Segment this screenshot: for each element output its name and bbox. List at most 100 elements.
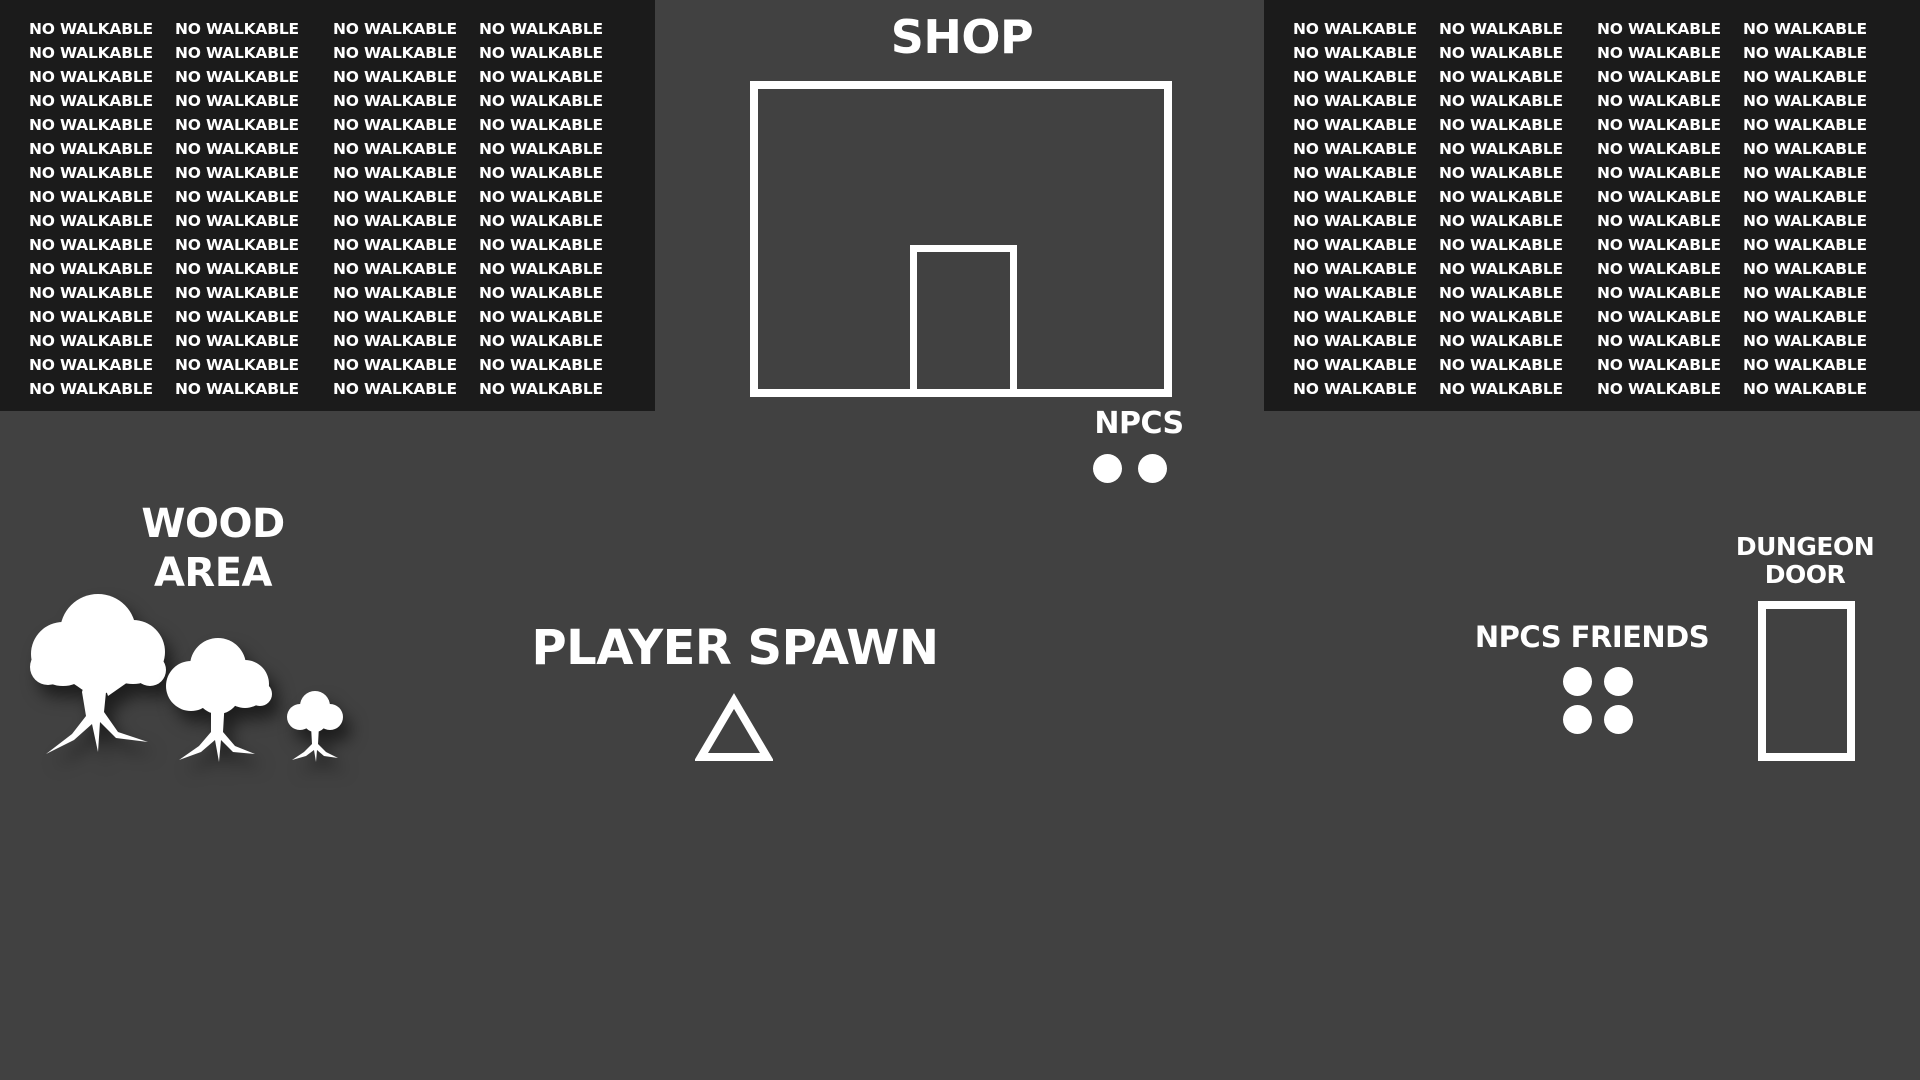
shop-door <box>910 245 1017 395</box>
no-walkable-text: NO WALKABLE <box>29 92 153 110</box>
no-walkable-text: NO WALKABLE <box>1439 92 1563 110</box>
no-walkable-text: NO WALKABLE <box>1597 356 1721 374</box>
no-walkable-text: NO WALKABLE <box>1293 92 1417 110</box>
no-walkable-text: NO WALKABLE <box>479 380 603 398</box>
no-walkable-text: NO WALKABLE <box>1439 116 1563 134</box>
no-walkable-text: NO WALKABLE <box>1597 92 1721 110</box>
no-walkable-text: NO WALKABLE <box>333 164 457 182</box>
no-walkable-text: NO WALKABLE <box>1293 212 1417 230</box>
no-walkable-text: NO WALKABLE <box>1743 116 1867 134</box>
no-walkable-text: NO WALKABLE <box>479 44 603 62</box>
dungeon-door[interactable] <box>1758 601 1855 761</box>
no-walkable-text: NO WALKABLE <box>479 284 603 302</box>
no-walkable-text: NO WALKABLE <box>333 308 457 326</box>
no-walkable-text: NO WALKABLE <box>1293 236 1417 254</box>
no-walkable-text: NO WALKABLE <box>1743 308 1867 326</box>
no-walkable-zone-left: NO WALKABLE NO WALKABLE NO WALKABLE NO WALK… <box>0 0 655 411</box>
no-walkable-text: NO WALKABLE <box>479 68 603 86</box>
player-spawn-label: PLAYER SPAWN <box>531 620 940 676</box>
no-walkable-text: NO WALKABLE <box>1439 212 1563 230</box>
npcs-friends-label: NPCS FRIENDS <box>1474 620 1710 654</box>
no-walkable-text: NO WALKABLE <box>333 188 457 206</box>
no-walkable-text: NO WALKABLE <box>479 188 603 206</box>
no-walkable-text: NO WALKABLE <box>1597 44 1721 62</box>
no-walkable-text: NO WALKABLE <box>1439 284 1563 302</box>
no-walkable-text: NO WALKABLE <box>333 380 457 398</box>
no-walkable-text: NO WALKABLE <box>1293 380 1417 398</box>
no-walkable-text: NO WALKABLE <box>29 164 153 182</box>
npc-circle-icon <box>1138 454 1167 483</box>
no-walkable-text: NO WALKABLE <box>479 92 603 110</box>
no-walkable-text: NO WALKABLE <box>1293 188 1417 206</box>
no-walkable-text: NO WALKABLE <box>1293 332 1417 350</box>
no-walkable-text: NO WALKABLE <box>1743 380 1867 398</box>
no-walkable-text: NO WALKABLE <box>1597 236 1721 254</box>
no-walkable-text: NO WALKABLE <box>1439 20 1563 38</box>
no-walkable-grid: NO WALKABLE NO WALKABLE NO WALKABLE NO WALK… <box>29 20 625 404</box>
no-walkable-text: NO WALKABLE <box>1743 92 1867 110</box>
no-walkable-text: NO WALKABLE <box>29 284 153 302</box>
shop-label: SHOP <box>890 10 1034 64</box>
no-walkable-text: NO WALKABLE <box>29 188 153 206</box>
no-walkable-text: NO WALKABLE <box>29 44 153 62</box>
no-walkable-text: NO WALKABLE <box>175 116 299 134</box>
no-walkable-text: NO WALKABLE <box>1743 20 1867 38</box>
no-walkable-text: NO WALKABLE <box>1293 164 1417 182</box>
npc-circle-icon <box>1093 454 1122 483</box>
no-walkable-text: NO WALKABLE <box>1743 164 1867 182</box>
tree-large-icon <box>30 594 166 754</box>
no-walkable-text: NO WALKABLE <box>1597 380 1721 398</box>
no-walkable-text: NO WALKABLE <box>175 92 299 110</box>
no-walkable-text: NO WALKABLE <box>1293 308 1417 326</box>
no-walkable-text: NO WALKABLE <box>479 164 603 182</box>
no-walkable-text: NO WALKABLE <box>479 20 603 38</box>
npc-friend-circle-icon <box>1604 705 1633 734</box>
no-walkable-text: NO WALKABLE <box>333 20 457 38</box>
no-walkable-text: NO WALKABLE <box>1439 140 1563 158</box>
no-walkable-text: NO WALKABLE <box>175 356 299 374</box>
no-walkable-text: NO WALKABLE <box>1597 20 1721 38</box>
no-walkable-text: NO WALKABLE <box>1439 236 1563 254</box>
no-walkable-text: NO WALKABLE <box>333 284 457 302</box>
no-walkable-text: NO WALKABLE <box>333 236 457 254</box>
no-walkable-text: NO WALKABLE <box>1743 284 1867 302</box>
no-walkable-text: NO WALKABLE <box>1743 212 1867 230</box>
no-walkable-text: NO WALKABLE <box>1597 284 1721 302</box>
no-walkable-zone-right: NO WALKABLE NO WALKABLE NO WALKABLE NO WALK… <box>1264 0 1920 411</box>
tree-medium-icon <box>166 638 272 762</box>
no-walkable-text: NO WALKABLE <box>333 68 457 86</box>
no-walkable-text: NO WALKABLE <box>1597 260 1721 278</box>
no-walkable-text: NO WALKABLE <box>1597 116 1721 134</box>
no-walkable-text: NO WALKABLE <box>1743 260 1867 278</box>
no-walkable-text: NO WALKABLE <box>333 92 457 110</box>
no-walkable-text: NO WALKABLE <box>479 212 603 230</box>
wood-area-label: WOOD AREA <box>113 500 313 598</box>
no-walkable-text: NO WALKABLE <box>175 284 299 302</box>
no-walkable-text: NO WALKABLE <box>175 308 299 326</box>
no-walkable-text: NO WALKABLE <box>1439 380 1563 398</box>
no-walkable-text: NO WALKABLE <box>1743 332 1867 350</box>
no-walkable-text: NO WALKABLE <box>479 116 603 134</box>
no-walkable-grid: NO WALKABLE NO WALKABLE NO WALKABLE NO WALK… <box>1293 20 1889 404</box>
npc-friend-circle-icon <box>1604 667 1633 696</box>
no-walkable-text: NO WALKABLE <box>479 356 603 374</box>
no-walkable-text: NO WALKABLE <box>1439 164 1563 182</box>
no-walkable-text: NO WALKABLE <box>1597 164 1721 182</box>
no-walkable-text: NO WALKABLE <box>1743 236 1867 254</box>
no-walkable-text: NO WALKABLE <box>29 68 153 86</box>
no-walkable-text: NO WALKABLE <box>1597 140 1721 158</box>
no-walkable-text: NO WALKABLE <box>479 140 603 158</box>
no-walkable-text: NO WALKABLE <box>1597 188 1721 206</box>
dungeon-door-label: DUNGEON DOOR <box>1722 533 1888 589</box>
no-walkable-text: NO WALKABLE <box>1439 44 1563 62</box>
no-walkable-text: NO WALKABLE <box>29 140 153 158</box>
no-walkable-text: NO WALKABLE <box>479 236 603 254</box>
no-walkable-text: NO WALKABLE <box>1293 356 1417 374</box>
no-walkable-text: NO WALKABLE <box>29 260 153 278</box>
no-walkable-text: NO WALKABLE <box>1439 332 1563 350</box>
no-walkable-text: NO WALKABLE <box>175 380 299 398</box>
no-walkable-text: NO WALKABLE <box>333 44 457 62</box>
no-walkable-text: NO WALKABLE <box>479 332 603 350</box>
no-walkable-text: NO WALKABLE <box>1597 308 1721 326</box>
no-walkable-text: NO WALKABLE <box>333 116 457 134</box>
